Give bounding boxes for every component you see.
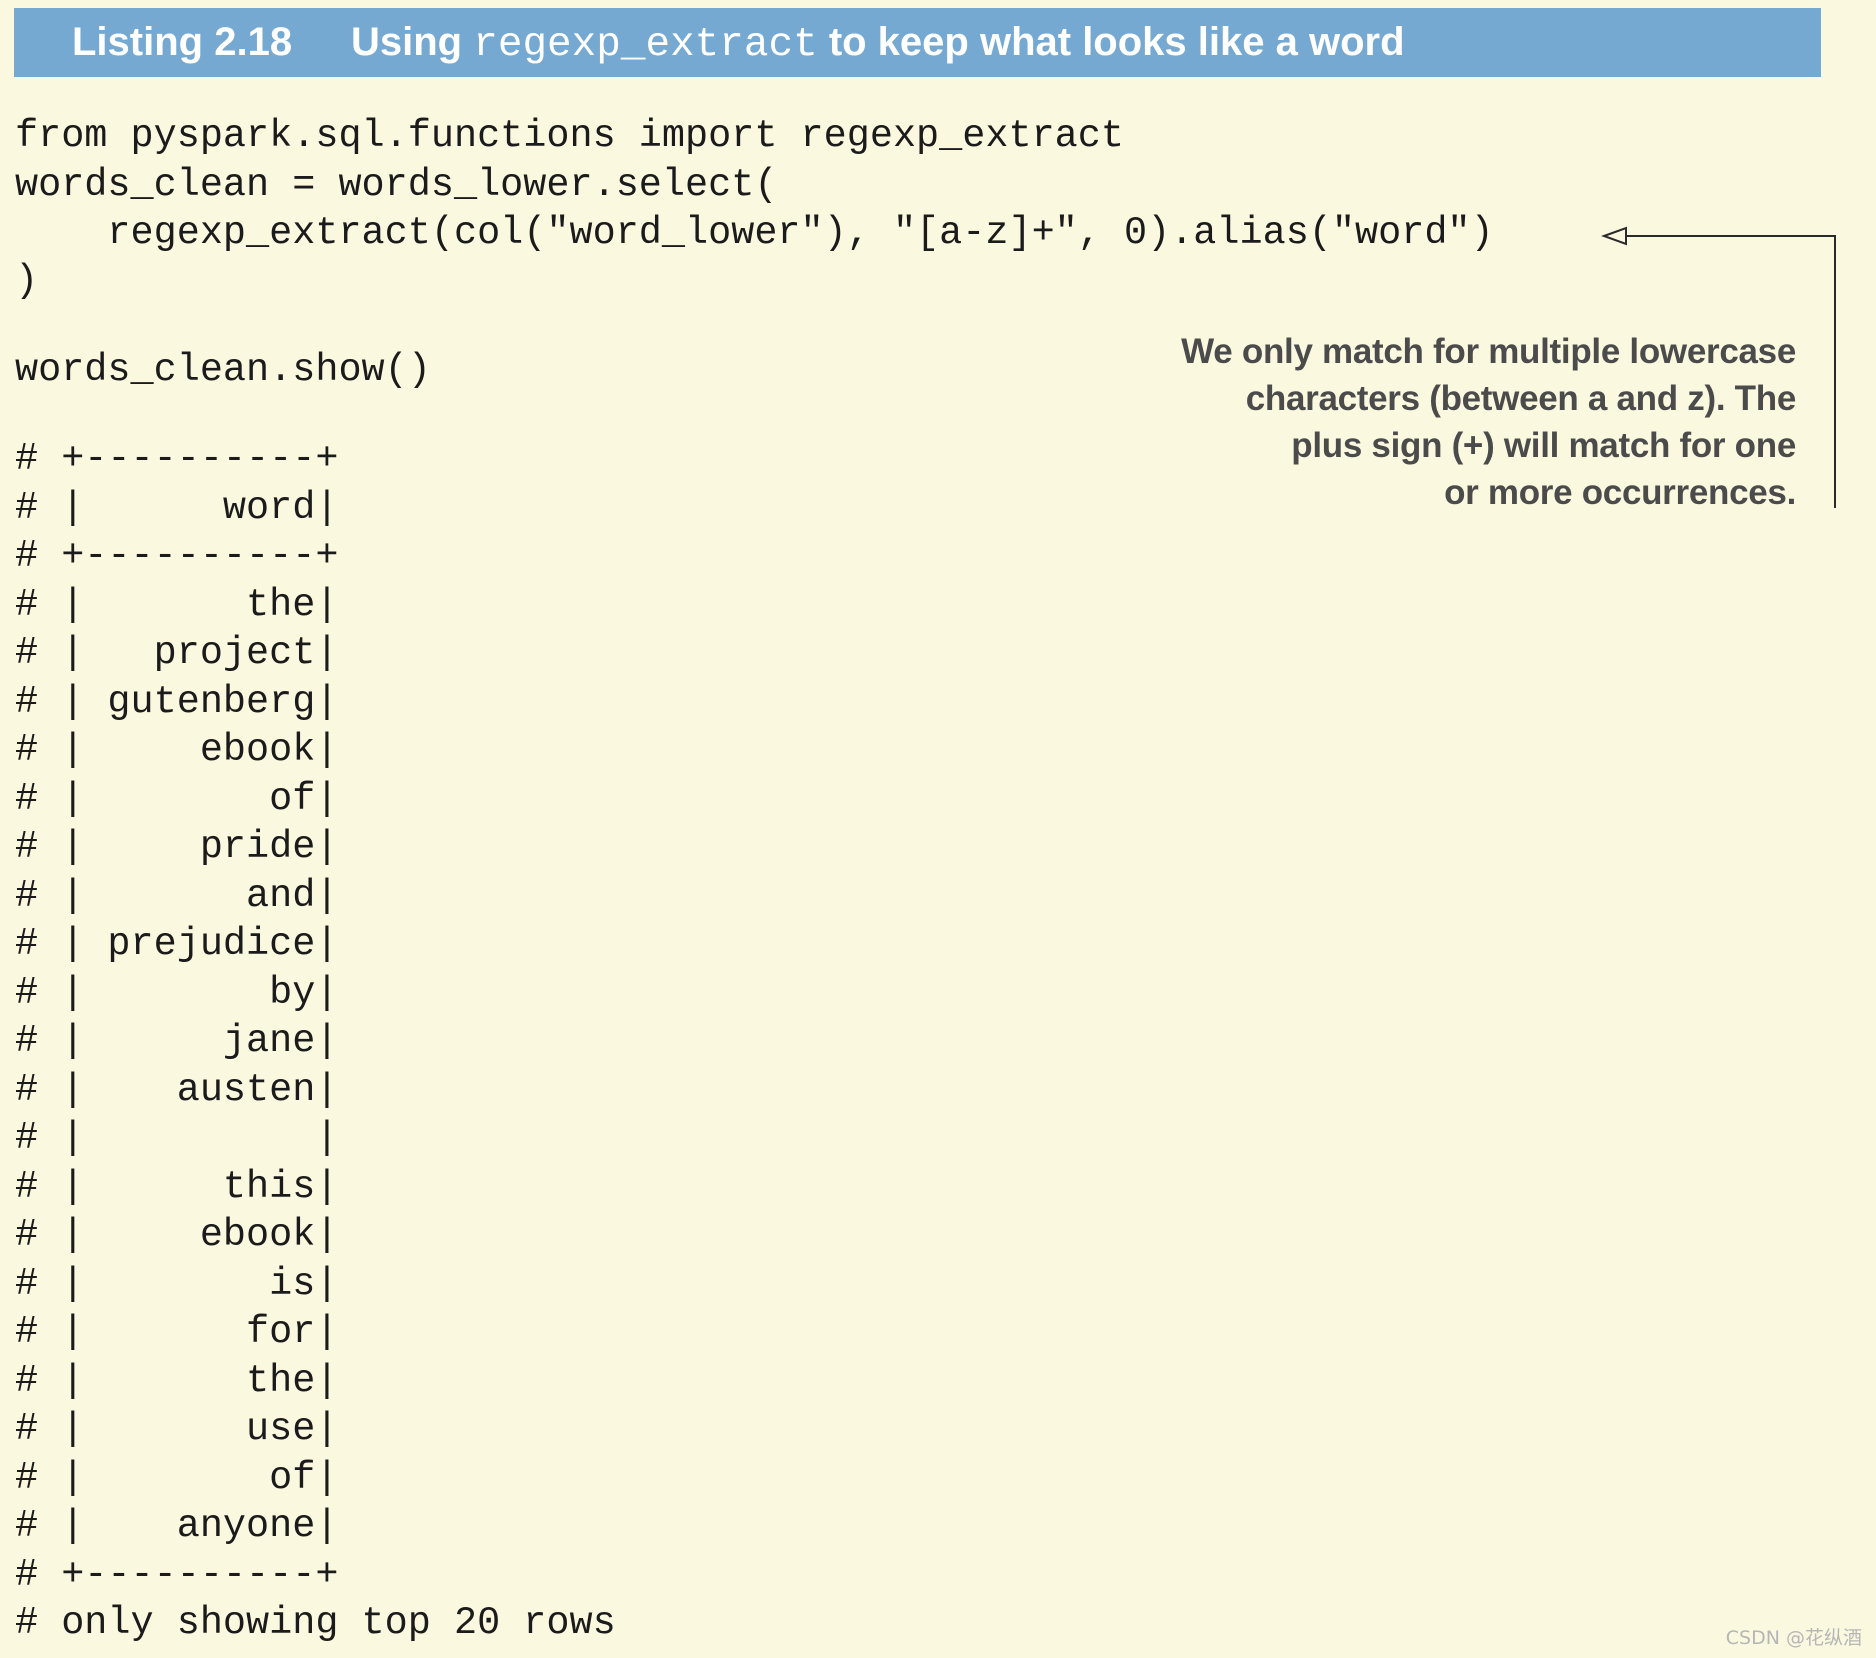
arrowhead-icon (1601, 226, 1627, 246)
annotation-line: We only match for multiple lowercase (1181, 332, 1796, 371)
code-annotation: We only match for multiple lowercase cha… (1076, 328, 1796, 516)
watermark: CSDN @花纵酒 (1725, 1627, 1862, 1649)
annotation-line: or more occurrences. (1444, 473, 1796, 512)
annotation-line: plus sign (+) will match for one (1291, 426, 1796, 465)
annotation-line: characters (between a and z). The (1245, 379, 1797, 418)
callout-arrow (1601, 226, 1836, 508)
